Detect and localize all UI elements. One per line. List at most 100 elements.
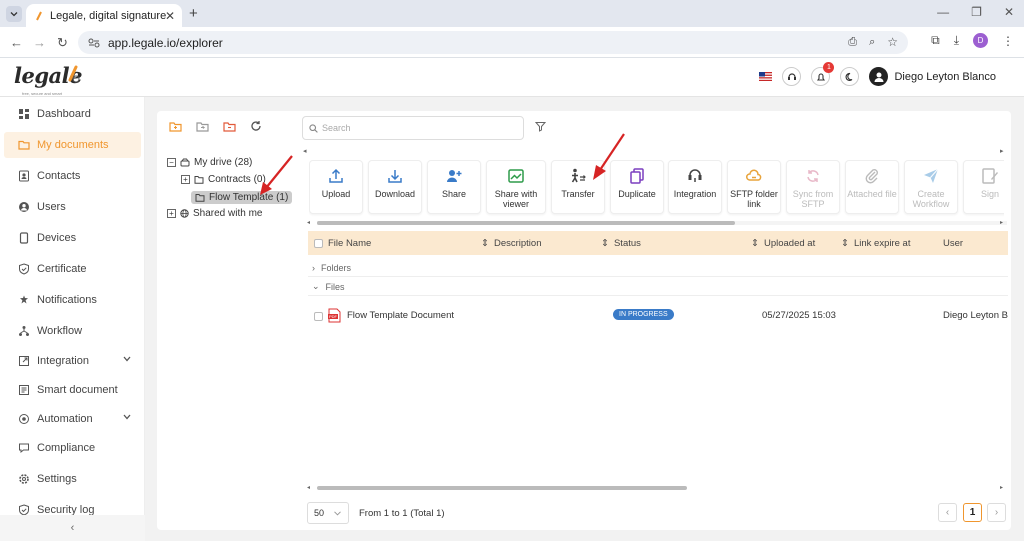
- browser-tab[interactable]: Legale, digital signature ✕: [26, 4, 182, 27]
- user-name[interactable]: Diego Leyton Blanco: [894, 71, 996, 83]
- prev-page-button[interactable]: ‹: [938, 503, 957, 522]
- select-all-checkbox[interactable]: [314, 239, 323, 248]
- share-button[interactable]: Share: [427, 160, 481, 214]
- reload-icon[interactable]: ↻: [57, 35, 68, 51]
- col-link-expire[interactable]: ⇕ Link expire at: [841, 238, 910, 249]
- new-folder-icon[interactable]: [169, 121, 182, 132]
- window-controls: — ❐ ✕: [937, 5, 1014, 19]
- sidebar-item-notifications[interactable]: Notifications: [4, 287, 141, 313]
- sync-from-sftp-button[interactable]: Sync from SFTP: [786, 160, 840, 214]
- browser-tab-bar: Legale, digital signature ✕ + — ❐ ✕: [0, 0, 1024, 27]
- col-uploaded-at[interactable]: ⇕ Uploaded at: [751, 238, 815, 249]
- col-file-name[interactable]: File Name: [314, 238, 371, 249]
- sftp-folder-link-button[interactable]: SFTP folder link: [727, 160, 781, 214]
- upload-button[interactable]: Upload: [309, 160, 363, 214]
- theme-toggle-button[interactable]: [840, 67, 860, 86]
- move-folder-icon[interactable]: [196, 121, 209, 132]
- window-close-icon[interactable]: ✕: [1004, 5, 1014, 19]
- expand-toggle[interactable]: +: [167, 209, 176, 218]
- delete-folder-icon[interactable]: [223, 121, 236, 132]
- minimize-icon[interactable]: —: [937, 5, 949, 19]
- sidebar-item-workflow[interactable]: Workflow: [4, 318, 141, 344]
- table-hscroll-right[interactable]: ▸: [1000, 484, 1003, 491]
- paperclip-icon: [863, 167, 881, 185]
- download-icon[interactable]: ⤓: [954, 33, 959, 48]
- extensions-icon[interactable]: ⧉: [931, 33, 940, 48]
- us-flag-icon[interactable]: [759, 72, 773, 81]
- attached-file-button[interactable]: Attached file: [845, 160, 899, 214]
- action-toolbar: Upload Download Share Share with viewer Tran…: [309, 160, 1004, 218]
- expand-toggle[interactable]: +: [181, 175, 190, 184]
- sidebar-item-my-documents[interactable]: My documents: [4, 132, 141, 158]
- sort-icon: ⇕: [841, 238, 849, 249]
- filter-icon[interactable]: [535, 121, 546, 132]
- row-checkbox[interactable]: [314, 312, 323, 321]
- sidebar-item-compliance[interactable]: Compliance: [4, 435, 141, 461]
- scrollbar-thumb[interactable]: [317, 221, 735, 225]
- forward-icon[interactable]: →: [33, 35, 46, 50]
- new-tab-icon[interactable]: +: [189, 5, 198, 22]
- collapse-toggle[interactable]: −: [167, 158, 176, 167]
- sidebar-item-dashboard[interactable]: Dashboard: [4, 101, 141, 127]
- bookmark-star-icon[interactable]: ☆: [887, 35, 898, 49]
- toolbar-hscroll-left[interactable]: ◂: [307, 219, 310, 226]
- table-hscroll-left[interactable]: ◂: [307, 484, 310, 491]
- integration-button[interactable]: Integration: [668, 160, 722, 214]
- address-bar-row: ← → ↻ app.legale.io/explorer ⎙ ⌕ ☆ ⧉ ⤓ D…: [0, 27, 1024, 58]
- refresh-icon[interactable]: [250, 120, 262, 132]
- sidebar-item-settings[interactable]: Settings: [4, 466, 141, 492]
- tree-node-my-drive[interactable]: − My drive (28): [167, 157, 252, 168]
- table-scrollbar[interactable]: [317, 486, 1007, 490]
- bell-icon: [816, 72, 826, 81]
- back-icon[interactable]: ←: [10, 35, 23, 50]
- page-button-current[interactable]: 1: [963, 503, 982, 522]
- col-status[interactable]: ⇕ Status: [601, 238, 641, 249]
- sidebar-collapse-button[interactable]: ‹: [0, 515, 145, 541]
- sidebar-item-label: Settings: [37, 473, 77, 485]
- sidebar-item-users[interactable]: Users: [4, 194, 141, 220]
- download-button[interactable]: Download: [368, 160, 422, 214]
- group-files[interactable]: ⌄ Files: [308, 278, 1008, 296]
- legale-logo[interactable]: legale free, secure and smart: [14, 63, 82, 96]
- sidebar-item-integration[interactable]: Integration: [4, 348, 141, 374]
- install-app-icon[interactable]: ⎙: [848, 36, 857, 49]
- tab-search-button[interactable]: [6, 6, 22, 22]
- toolbar-scroll-left[interactable]: ◂: [303, 147, 307, 155]
- restore-icon[interactable]: ❐: [971, 5, 982, 19]
- col-label: Status: [613, 238, 641, 249]
- omnibox[interactable]: app.legale.io/explorer ⎙ ⌕ ☆: [78, 31, 908, 54]
- site-settings-icon: [88, 38, 100, 47]
- sidebar-item-smart-document[interactable]: Smart document: [4, 377, 141, 403]
- sidebar-item-automation[interactable]: Automation: [4, 406, 141, 432]
- sidebar-item-devices[interactable]: Devices: [4, 225, 141, 251]
- share-with-viewer-button[interactable]: Share with viewer: [486, 160, 546, 214]
- create-workflow-button[interactable]: Create Workflow: [904, 160, 958, 214]
- user-avatar[interactable]: [869, 67, 889, 86]
- sidebar-item-contacts[interactable]: Contacts: [4, 163, 141, 189]
- next-page-button[interactable]: ›: [987, 503, 1006, 522]
- browser-menu-icon[interactable]: ⋮: [1002, 34, 1014, 48]
- shield-icon: [18, 263, 33, 275]
- file-name[interactable]: Flow Template Document: [347, 310, 454, 321]
- search-input[interactable]: Search: [302, 116, 524, 140]
- tab-close-icon[interactable]: ✕: [165, 9, 175, 23]
- notifications-button[interactable]: 1: [811, 62, 835, 86]
- sidebar-item-certificate[interactable]: Certificate: [4, 256, 141, 282]
- col-user[interactable]: User: [943, 238, 963, 249]
- support-button[interactable]: [782, 67, 802, 86]
- group-folders[interactable]: › Folders: [308, 259, 1008, 277]
- toolbar-hscroll-right[interactable]: ▸: [1000, 219, 1003, 226]
- sign-button[interactable]: Sign: [963, 160, 1004, 214]
- col-description[interactable]: ⇕ Description: [481, 238, 542, 249]
- table-row[interactable]: PDF Flow Template Document IN PROGRESS 0…: [308, 306, 1008, 328]
- page-size-select[interactable]: 50: [307, 502, 349, 524]
- toolbar-scrollbar[interactable]: [317, 221, 1007, 225]
- tree-node-shared[interactable]: + Shared with me: [167, 208, 262, 219]
- sidebar-item-label: Compliance: [37, 442, 96, 454]
- scrollbar-thumb[interactable]: [317, 486, 687, 490]
- toolbar-scroll-right[interactable]: ▸: [1000, 147, 1004, 155]
- device-icon: [18, 232, 33, 244]
- profile-avatar[interactable]: D: [973, 33, 988, 48]
- status-badge: IN PROGRESS: [613, 309, 674, 320]
- zoom-icon[interactable]: ⌕: [869, 36, 875, 49]
